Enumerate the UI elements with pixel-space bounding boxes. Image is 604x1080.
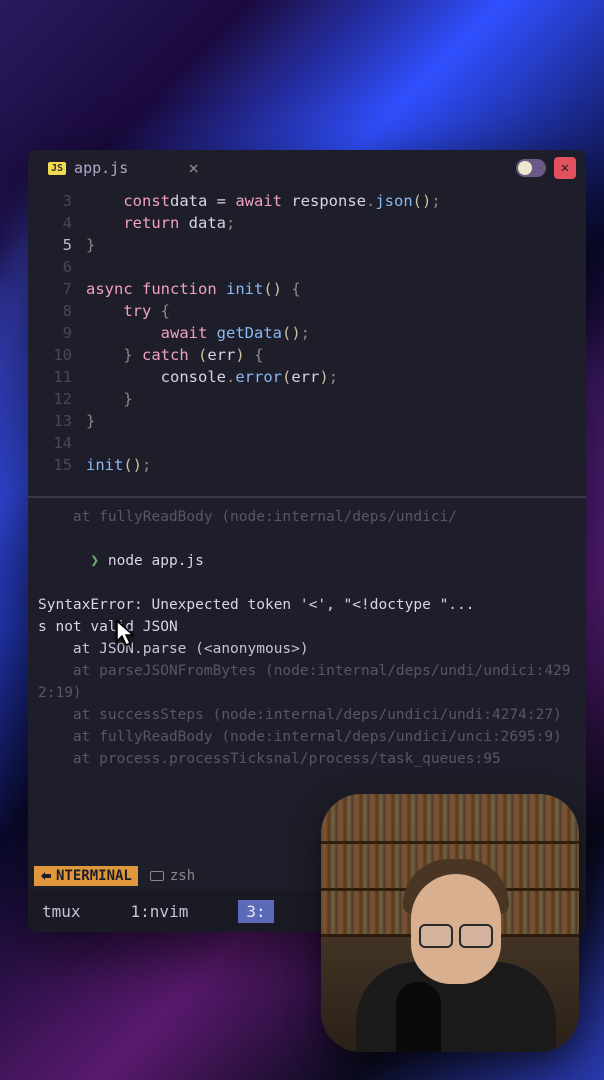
code-content: try { — [86, 300, 170, 322]
terminal-trace: at JSON.parse (<anonymous>) — [38, 638, 576, 660]
code-line: 9 await getData(); — [28, 322, 586, 344]
terminal-trace: at parseJSONFromBytes (node:internal/dep… — [38, 660, 576, 704]
line-number: 14 — [28, 432, 86, 454]
code-content: } — [86, 234, 95, 256]
code-line: 5} — [28, 234, 586, 256]
line-number: 11 — [28, 366, 86, 388]
line-number: 6 — [28, 256, 86, 278]
mode-icon — [40, 870, 52, 882]
code-line: 3 constdata = await response.json(); — [28, 190, 586, 212]
titlebar: JS app.js × ✕ — [28, 150, 586, 186]
line-number: 13 — [28, 410, 86, 432]
line-number: 15 — [28, 454, 86, 476]
line-number: 7 — [28, 278, 86, 300]
webcam-overlay — [321, 794, 579, 1052]
code-line: 11 console.error(err); — [28, 366, 586, 388]
terminal-trace: at successSteps (node:internal/deps/undi… — [38, 704, 576, 726]
vim-mode-indicator: NTERMINAL — [34, 866, 138, 886]
code-content: async function init() { — [86, 278, 301, 300]
code-content: await getData(); — [86, 322, 310, 344]
code-content: constdata = await response.json(); — [86, 190, 441, 212]
code-line: 14 — [28, 432, 586, 454]
code-line: 8 try { — [28, 300, 586, 322]
terminal-error: s not valid JSON — [38, 616, 576, 638]
tmux-window-active[interactable]: 3: — [238, 900, 273, 923]
tab-close-icon[interactable]: × — [188, 158, 199, 179]
tmux-session[interactable]: tmux — [42, 902, 81, 921]
code-line: 7async function init() { — [28, 278, 586, 300]
code-line: 13} — [28, 410, 586, 432]
code-editor[interactable]: 3 constdata = await response.json();4 re… — [28, 186, 586, 496]
code-line: 12 } — [28, 388, 586, 410]
terminal-icon — [150, 871, 164, 881]
tmux-window-1[interactable]: 1:nvim — [131, 902, 189, 921]
code-content: } catch (err) { — [86, 344, 263, 366]
line-number: 12 — [28, 388, 86, 410]
toggle-switch[interactable] — [516, 159, 546, 177]
file-tab[interactable]: JS app.js — [38, 155, 138, 181]
close-window-button[interactable]: ✕ — [554, 157, 576, 179]
code-line: 4 return data; — [28, 212, 586, 234]
tab-filename: app.js — [74, 159, 128, 177]
code-content: return data; — [86, 212, 235, 234]
code-content: } — [86, 410, 95, 432]
code-line: 10 } catch (err) { — [28, 344, 586, 366]
prompt-icon: ❯ — [90, 553, 99, 569]
code-content: init(); — [86, 454, 151, 476]
line-number: 3 — [28, 190, 86, 212]
shell-indicator: zsh — [150, 868, 195, 884]
line-number: 5 — [28, 234, 86, 256]
terminal-prompt-line: ❯ node app.js — [38, 528, 576, 594]
code-line: 15init(); — [28, 454, 586, 476]
terminal-trace: at process.processTicksnal/process/task_… — [38, 748, 576, 770]
line-number: 9 — [28, 322, 86, 344]
code-content: console.error(err); — [86, 366, 338, 388]
terminal-error: SyntaxError: Unexpected token '<', "<!do… — [38, 594, 576, 616]
line-number: 8 — [28, 300, 86, 322]
line-number: 10 — [28, 344, 86, 366]
code-line: 6 — [28, 256, 586, 278]
terminal-trace: at fullyReadBody (node:internal/deps/und… — [38, 726, 576, 748]
line-number: 4 — [28, 212, 86, 234]
terminal-command: node app.js — [108, 553, 204, 569]
terminal-output: at fullyReadBody (node:internal/deps/und… — [38, 506, 576, 528]
js-file-icon: JS — [48, 162, 66, 175]
code-content: } — [86, 388, 133, 410]
